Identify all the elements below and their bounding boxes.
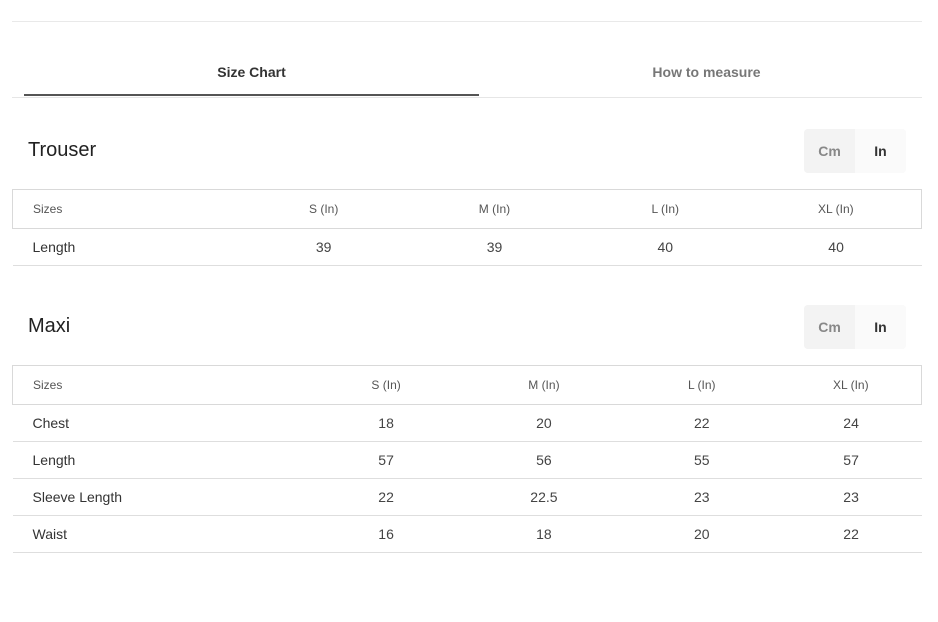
unit-cm-button[interactable]: Cm [804,129,855,173]
cell-value: 55 [622,441,781,479]
cell-value: 22 [307,478,465,516]
cell-value: 57 [780,441,922,479]
cell-value: 40 [579,228,751,266]
cell-value: 39 [238,228,410,266]
tab-size-chart[interactable]: Size Chart [24,48,479,96]
tab-label: How to measure [652,64,761,80]
cell-value: 40 [750,228,922,266]
header-m: M (In) [465,365,623,405]
unit-in-button[interactable]: In [855,305,906,349]
cell-value: 20 [622,515,781,553]
header-sizes: Sizes [12,189,239,229]
header-s: S (In) [307,365,465,405]
cell-value: 57 [307,441,465,479]
table-header-row: Sizes S (In) M (In) L (In) XL (In) [12,365,922,405]
cell-value: 22.5 [465,478,623,516]
unit-cm-button[interactable]: Cm [804,305,855,349]
cell-value: 18 [307,404,465,442]
section-title-trouser: Trouser [28,139,97,161]
table-row: Chest 18 20 22 24 [12,404,922,442]
header-m: M (In) [409,189,580,229]
tab-label: Size Chart [217,64,286,80]
cell-value: 23 [780,478,922,516]
row-label: Waist [12,515,308,553]
header-l: L (In) [622,365,781,405]
table-row: Sleeve Length 22 22.5 23 23 [12,478,922,516]
cell-value: 39 [409,228,580,266]
header-xl: XL (In) [750,189,922,229]
header-s: S (In) [238,189,410,229]
cell-value: 23 [622,478,781,516]
cell-value: 16 [307,515,465,553]
row-label: Sleeve Length [12,478,308,516]
size-table-maxi: Sizes S (In) M (In) L (In) XL (In) Chest… [12,365,922,553]
unit-toggle-maxi: Cm In [804,305,906,349]
tab-bar: Size Chart How to measure [12,48,922,98]
active-tab-indicator [24,94,479,96]
row-label: Length [12,228,239,266]
header-xl: XL (In) [780,365,922,405]
table-row: Length 57 56 55 57 [12,441,922,479]
cell-value: 22 [622,404,781,442]
table-row: Waist 16 18 20 22 [12,515,922,553]
table-header-row: Sizes S (In) M (In) L (In) XL (In) [12,189,922,229]
tab-how-to-measure[interactable]: How to measure [479,48,934,96]
top-divider [12,21,922,22]
row-label: Length [12,441,308,479]
section-title-maxi: Maxi [28,315,71,337]
unit-in-button[interactable]: In [855,129,906,173]
size-table-trouser: Sizes S (In) M (In) L (In) XL (In) Lengt… [12,189,922,266]
cell-value: 18 [465,515,623,553]
table-row: Length 39 39 40 40 [12,228,922,266]
header-sizes: Sizes [12,365,308,405]
cell-value: 20 [465,404,623,442]
row-label: Chest [12,404,308,442]
cell-value: 56 [465,441,623,479]
unit-toggle-trouser: Cm In [804,129,906,173]
header-l: L (In) [579,189,751,229]
cell-value: 22 [780,515,922,553]
cell-value: 24 [780,404,922,442]
